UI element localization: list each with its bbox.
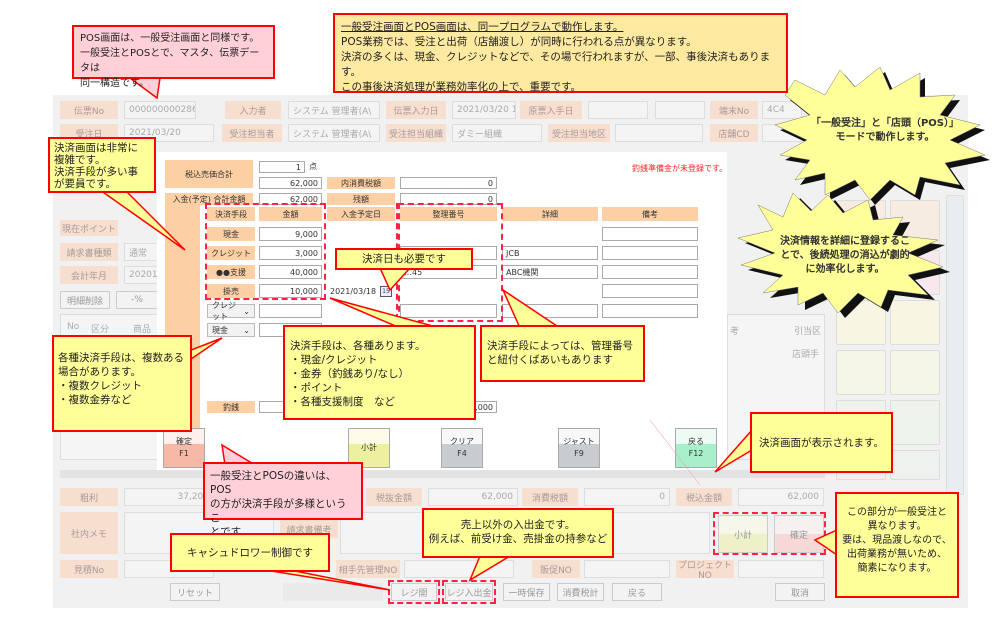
callout-cash-io: 売上以外の入出金です。 例えば、前受け金、売掛金の持参など: [422, 508, 614, 558]
callout-line: と紐付くばあいもあります: [487, 354, 613, 366]
callout-line: に効率化します。: [805, 264, 885, 275]
callout-drawer: キャシュドロワー制御です: [170, 533, 330, 572]
callout-line: モードで動作します。: [835, 132, 935, 143]
callout-line: この事後決済処理が業務効率化の上で、重要です。: [341, 81, 582, 93]
callout-line: 出荷業務が無いため、: [847, 549, 947, 560]
callout-line: 一般受注とPOSの違いは、POS: [210, 470, 337, 496]
callout-line: 場合があります。: [58, 366, 141, 378]
callout-line: 決済手段は、各種あります。: [290, 340, 426, 352]
callout-line: 決済手段が多い事: [54, 166, 138, 178]
callout-line: 決済手段によっては、管理番号: [487, 340, 633, 352]
callout-line: POS業務では、受注と出荷（店舗渡し）が同時に行われる点が異なります。: [341, 36, 697, 48]
callout-line: 決済画面は非常に: [54, 142, 138, 154]
star-detail-text: 決済情報を詳細に登録するこ とで、後続処理の消込が劇的 に効率化します。: [760, 235, 930, 277]
callout-line: ・各種支援制度 など: [290, 396, 395, 408]
callout-multiple: 各種決済手段は、複数ある 場合があります。 ・複数クレジット ・複数金券など: [52, 335, 192, 432]
tail-date: [378, 267, 412, 292]
callout-line: 要は、現品渡しなので、: [842, 535, 952, 546]
callout-line: とで、後続処理の消込が劇的: [780, 250, 910, 261]
callout-this-part: この部分が一般受注と 異なります。 要は、現品渡しなので、 出荷業務が無いため、…: [835, 492, 959, 598]
callout-line: ・複数金券など: [58, 394, 132, 406]
callout-line: POS画面は、一般受注画面と同様です。: [80, 33, 260, 44]
callout-line: 例えば、前受け金、売掛金の持参など: [428, 533, 608, 545]
callout-date-needed: 決済日も必要です: [335, 248, 473, 270]
star-modes-text: 「一般受注」と「店頭（POS）」 モードで動作します。: [800, 117, 970, 145]
callout-same-program: 一般受注画面とPOS画面は、同一プログラムで動作します。 POS業務では、受注と…: [333, 13, 788, 93]
callout-line: 各種決済手段は、複数ある: [58, 352, 184, 364]
tail-cash-io: [468, 555, 513, 582]
callout-line: 簡素になります。: [857, 563, 937, 574]
callout-line: ・ポイント: [290, 382, 343, 394]
tail-complex: [97, 189, 186, 251]
callout-line: の方が決済手段が多様というこ: [210, 498, 347, 524]
tail-shown: [714, 428, 753, 473]
tail-drawer: [264, 569, 391, 591]
callout-methods: 決済手段は、各種あります。 ・現金/クレジット ・金券（釣銭あり/なし） ・ポイ…: [283, 325, 476, 420]
tail-mgmt: [501, 287, 563, 329]
callout-line: ・複数クレジット: [58, 380, 142, 392]
callout-line: この部分が一般受注と: [847, 507, 947, 518]
callout-diff: 一般受注とPOSの違いは、POS の方が決済手段が多様というこ とです。: [203, 462, 363, 538]
tail-methods: [329, 297, 441, 329]
callout-line: 売上以外の入出金です。: [460, 519, 576, 531]
callout-line: 異なります。: [867, 521, 927, 532]
callout-line: 一般受注とPOSとで、マスタ、伝票データは: [80, 48, 260, 74]
callout-line: 同一構造です。: [80, 78, 149, 89]
callout-line: ・現金/クレジット: [290, 354, 378, 366]
callout-mgmt-no: 決済手段によっては、管理番号 と紐付くばあいもあります: [480, 325, 645, 382]
callout-line: 決済情報を詳細に登録するこ: [780, 236, 910, 247]
callout-pos-same: POS画面は、一般受注画面と同様です。 一般受注とPOSとで、マスタ、伝票データ…: [72, 25, 275, 89]
pointer-line: [649, 419, 701, 486]
callout-line: が要員です。: [54, 178, 116, 190]
callout-complex: 決済画面は非常に 複雑です。 決済手段が多い事 が要員です。: [48, 137, 156, 193]
callout-shown: 決済画面が表示されます。: [750, 412, 893, 473]
callout-line: ・金券（釣銭あり/なし）: [290, 368, 410, 380]
callout-line: 決済の多くは、現金、クレジットなどで、その場で行われますが、一部、事後決済もあり…: [341, 51, 771, 78]
callout-title: 一般受注画面とPOS画面は、同一プログラムで動作します。: [341, 21, 624, 33]
callout-line: 複雑です。: [54, 154, 106, 166]
callout-line: 「一般受注」と「店頭（POS）」: [810, 118, 960, 129]
tail-this-part: [813, 528, 838, 557]
